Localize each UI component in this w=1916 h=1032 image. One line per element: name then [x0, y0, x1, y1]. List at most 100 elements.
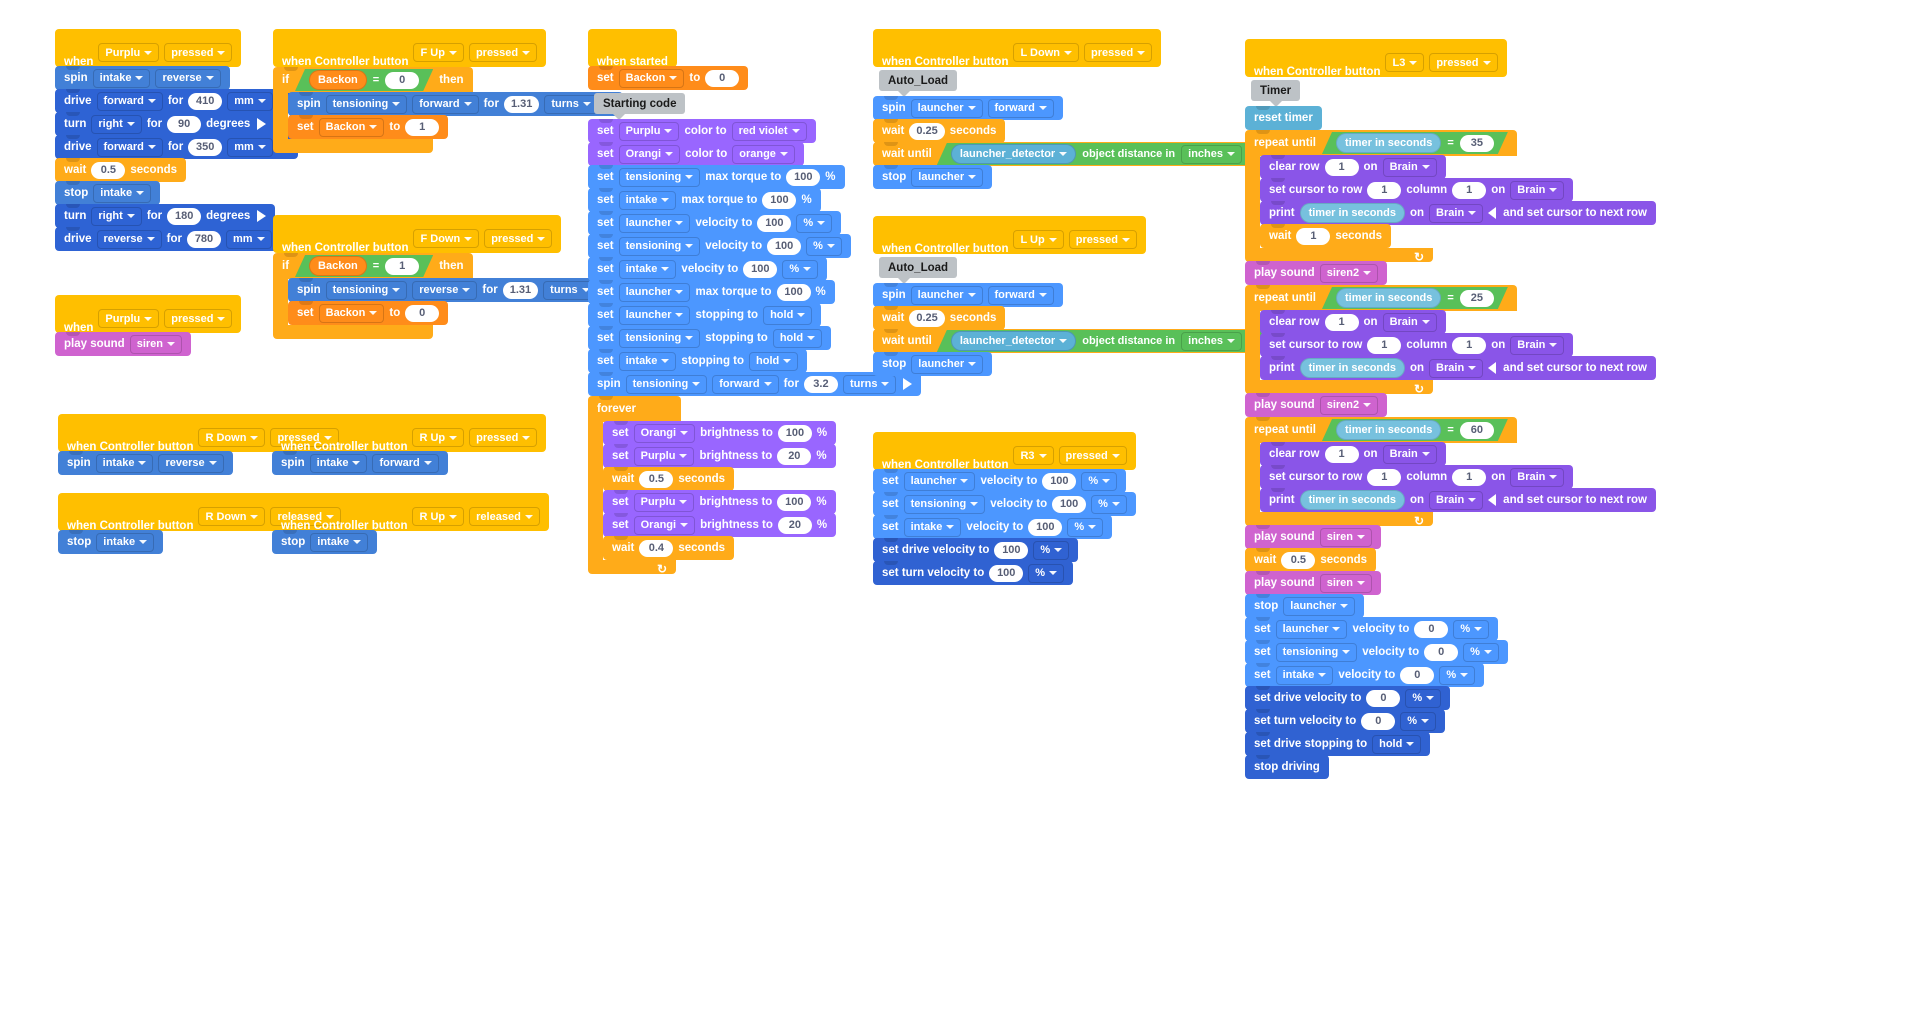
seconds-input[interactable]: 0.5	[91, 161, 126, 179]
block-set-intake-torque[interactable]: set intake max torque to 100 %	[588, 188, 821, 212]
unit-dropdown[interactable]: %	[1463, 642, 1499, 662]
column-input[interactable]: 1	[1452, 468, 1487, 486]
block-drive-forward-350[interactable]: drive forward for 350 mm	[55, 135, 298, 159]
led-dropdown[interactable]: Orangi	[633, 423, 696, 443]
button-dropdown[interactable]: F Down	[413, 229, 480, 248]
script-purplu-sound[interactable]: when Purplu pressed play sound siren	[55, 295, 242, 356]
block-wait-04[interactable]: wait 0.4 seconds	[603, 536, 735, 560]
value-input[interactable]: 100	[994, 541, 1029, 559]
unit-dropdown[interactable]: %	[806, 236, 842, 256]
block-set-cursor[interactable]: set cursor to row 1 column 1 on Brain	[1260, 465, 1574, 489]
seconds-input[interactable]: 0.4	[639, 539, 674, 557]
row-input[interactable]: 1	[1367, 468, 1402, 486]
state-dropdown[interactable]: pressed	[484, 229, 553, 248]
compare-value-input[interactable]: 60	[1460, 422, 1494, 439]
led-dropdown[interactable]: Orangi	[633, 515, 696, 535]
timer-in-seconds-reporter[interactable]: timer in seconds	[1299, 490, 1405, 510]
block-spin-tensioning-32[interactable]: spin tensioning forward for 3.2 turns	[588, 372, 922, 396]
value-input[interactable]: 0	[1424, 643, 1459, 661]
motor-dropdown[interactable]: launcher	[910, 98, 983, 118]
block-stop-intake[interactable]: stop intake	[58, 530, 164, 554]
value-input[interactable]: 0	[1366, 689, 1401, 707]
column-input[interactable]: 1	[1452, 181, 1487, 199]
sound-dropdown[interactable]: siren2	[1319, 395, 1379, 415]
seconds-input[interactable]: 0.25	[909, 309, 945, 327]
block-set-turn-velocity-0[interactable]: set turn velocity to 0 %	[1245, 709, 1446, 733]
sound-dropdown[interactable]: siren	[1319, 573, 1372, 593]
timer-in-seconds-reporter[interactable]: timer in seconds	[1299, 358, 1405, 378]
motor-dropdown[interactable]: intake	[96, 532, 155, 552]
hat-when-lup-pressed[interactable]: when Controller button L Up pressed	[873, 216, 1146, 255]
variable-dropdown[interactable]: Backon	[618, 68, 685, 88]
block-drive-forward-410[interactable]: drive forward for 410 mm	[55, 89, 298, 113]
equals-operator[interactable]: timer in seconds = 35	[1322, 132, 1508, 154]
block-stop-launcher[interactable]: stop launcher	[873, 352, 993, 376]
stopping-dropdown[interactable]: hold	[763, 305, 813, 325]
value-input[interactable]: 100	[1052, 495, 1087, 513]
unit-dropdown[interactable]: %	[1453, 619, 1490, 639]
block-print-timer[interactable]: print timer in seconds on Brain and set …	[1260, 201, 1656, 225]
hat-when-ldown-pressed[interactable]: when Controller button L Down pressed	[873, 29, 1162, 68]
sound-dropdown[interactable]: siren	[129, 334, 182, 354]
motor-dropdown[interactable]: tensioning	[1275, 642, 1358, 662]
device-dropdown[interactable]: Brain	[1429, 490, 1484, 510]
block-reset-timer[interactable]: reset timer	[1245, 106, 1322, 130]
block-set-cursor[interactable]: set cursor to row 1 column 1 on Brain	[1260, 333, 1574, 357]
block-stop-intake[interactable]: stop intake	[272, 530, 378, 554]
block-spin-intake-forward[interactable]: spin intake forward	[272, 451, 448, 475]
device-dropdown[interactable]: Brain	[1382, 157, 1437, 177]
motor-dropdown[interactable]: launcher	[618, 305, 691, 325]
stopping-dropdown[interactable]: hold	[749, 351, 799, 371]
color-dropdown[interactable]: red violet	[731, 121, 807, 141]
value-input[interactable]: 100	[1028, 518, 1063, 536]
newline-icon[interactable]	[1488, 494, 1497, 506]
timer-in-seconds-reporter[interactable]: timer in seconds	[1336, 133, 1441, 153]
value-input[interactable]: 0	[1400, 666, 1435, 684]
direction-dropdown[interactable]: right	[91, 114, 142, 134]
compare-value-input[interactable]: 1	[385, 258, 419, 275]
direction-dropdown[interactable]: forward	[372, 453, 439, 473]
row-input[interactable]: 1	[1367, 336, 1402, 354]
row-input[interactable]: 1	[1324, 445, 1359, 463]
block-set-launcher-stopping[interactable]: set launcher stopping to hold	[588, 303, 822, 327]
block-set-launcher-torque[interactable]: set launcher max torque to 100 %	[588, 280, 835, 304]
button-dropdown[interactable]: L Up	[1013, 230, 1064, 249]
script-r3-pressed[interactable]: when Controller button R3 pressed set la…	[873, 432, 1136, 585]
distance-input[interactable]: 350	[188, 138, 223, 156]
forever-header[interactable]: forever	[588, 396, 681, 422]
unit-dropdown[interactable]: %	[1439, 665, 1476, 685]
motor-dropdown[interactable]: tensioning	[325, 94, 408, 114]
unit-dropdown[interactable]: %	[796, 213, 833, 233]
timer-in-seconds-reporter[interactable]: timer in seconds	[1336, 288, 1441, 308]
block-set-intake-stopping[interactable]: set intake stopping to hold	[588, 349, 808, 373]
block-set-turn-velocity-100[interactable]: set turn velocity to 100 %	[873, 561, 1074, 585]
motor-dropdown[interactable]: intake	[92, 68, 151, 88]
block-set-tensioning-torque[interactable]: set tensioning max torque to 100 %	[588, 165, 845, 189]
repeat-header[interactable]: repeat until timer in seconds = 25	[1245, 285, 1517, 311]
button-dropdown[interactable]: Purplu	[98, 43, 160, 62]
variable-dropdown[interactable]: Backon	[318, 117, 385, 137]
degrees-input[interactable]: 180	[167, 207, 202, 225]
newline-icon[interactable]	[1488, 362, 1497, 374]
motor-dropdown[interactable]: launcher	[618, 282, 691, 302]
row-input[interactable]: 1	[1324, 313, 1359, 331]
motor-dropdown[interactable]: launcher	[1283, 596, 1356, 616]
script-rup-pressed[interactable]: when Controller button R Up pressed spin…	[272, 414, 547, 475]
led-dropdown[interactable]: Purplu	[633, 492, 695, 512]
block-set-launcher-velocity-100[interactable]: set launcher velocity to 100 %	[873, 469, 1127, 493]
repeat-until-35[interactable]: repeat until timer in seconds = 35 clear…	[1245, 130, 1656, 264]
column-input[interactable]: 1	[1452, 336, 1487, 354]
play-icon[interactable]	[903, 378, 913, 390]
block-set-purplu-brightness-100[interactable]: set Purplu brightness to 100 %	[603, 490, 836, 514]
block-set-tensioning-velocity-100[interactable]: set tensioning velocity to 100 %	[873, 492, 1136, 516]
block-turn-right-90[interactable]: turn right for 90 degrees	[55, 112, 276, 136]
sound-dropdown[interactable]: siren	[1319, 527, 1372, 547]
device-dropdown[interactable]: Brain	[1382, 444, 1437, 464]
timer-in-seconds-reporter[interactable]: timer in seconds	[1299, 203, 1405, 223]
motor-dropdown[interactable]: tensioning	[618, 236, 701, 256]
if-header[interactable]: if Backon = 0 then	[273, 67, 473, 93]
motor-dropdown[interactable]: intake	[1275, 665, 1334, 685]
value-input[interactable]: 20	[777, 447, 812, 465]
unit-dropdown[interactable]: inches	[1181, 145, 1242, 164]
unit-dropdown[interactable]: %	[1405, 688, 1442, 708]
